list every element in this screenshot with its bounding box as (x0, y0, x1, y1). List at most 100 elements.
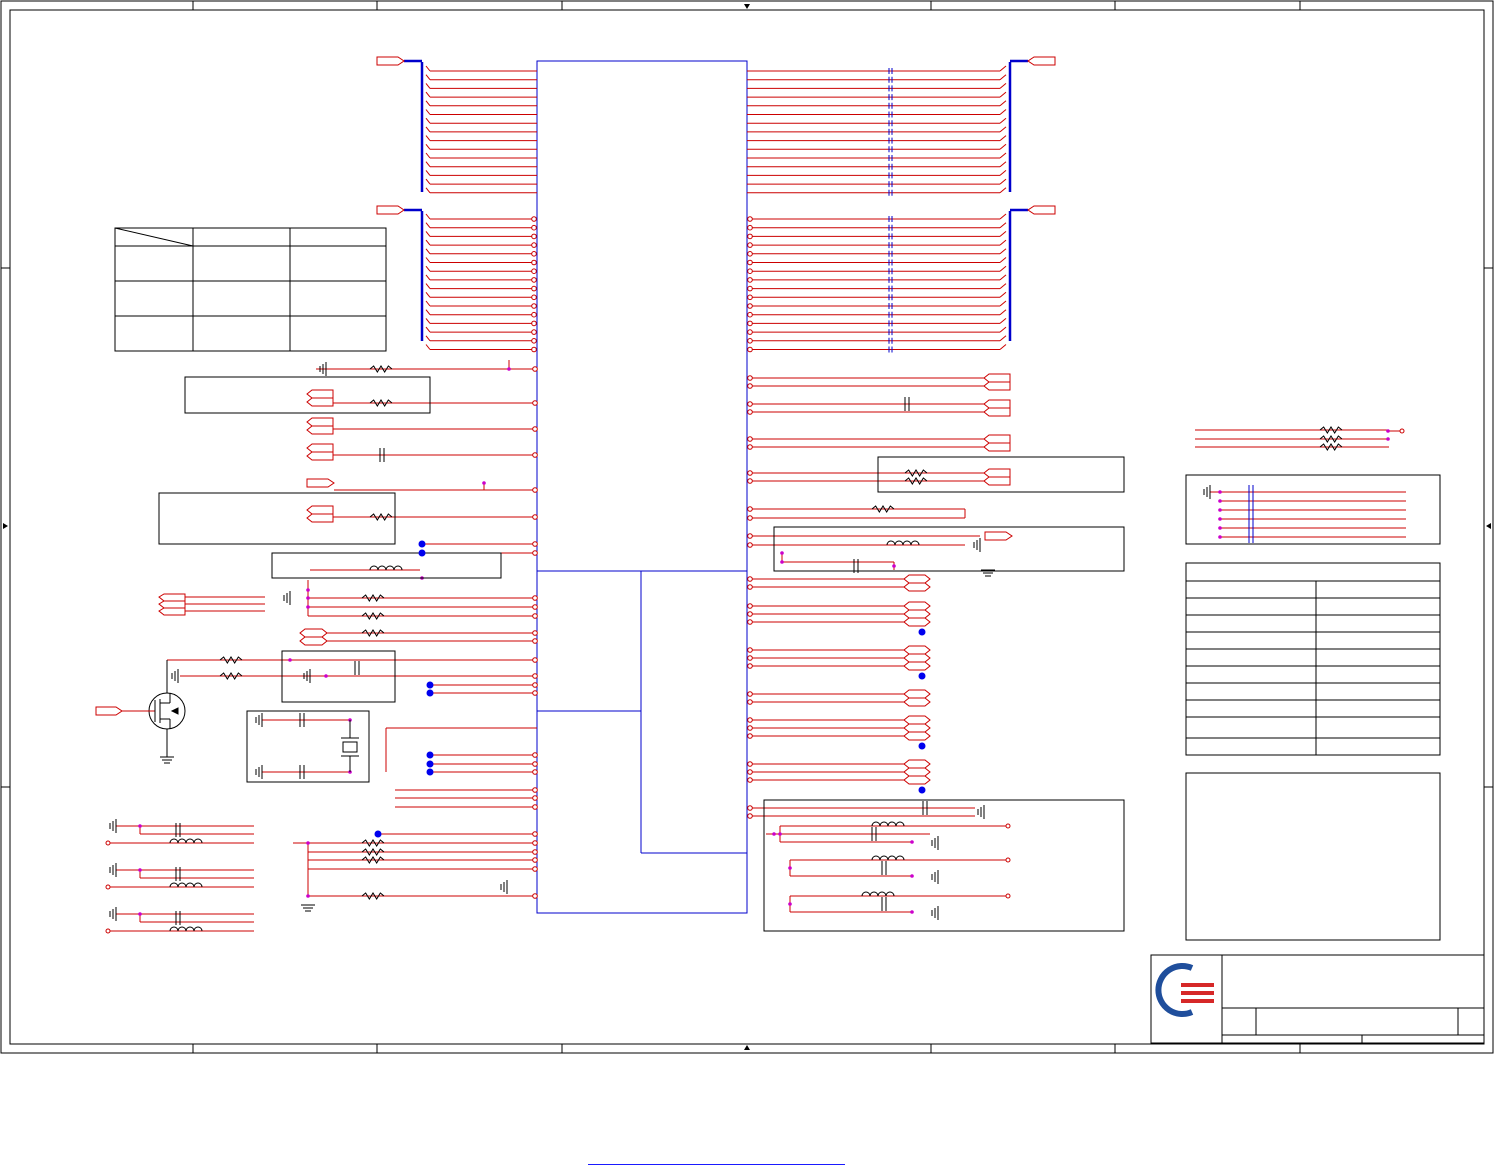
bus-entry (999, 213, 1007, 220)
net-node (788, 902, 792, 906)
net-node (780, 560, 784, 564)
bus-lines (404, 59, 1028, 341)
bus-entry (999, 100, 1007, 107)
bus-entry (999, 91, 1007, 98)
bus-entry (425, 100, 431, 107)
bus-entry (425, 83, 431, 89)
bus-entry (999, 178, 1007, 185)
net-node (788, 866, 792, 870)
bus-entry (999, 239, 1007, 246)
terminal (1399, 428, 1405, 434)
bus-entry (425, 274, 431, 281)
ic-pin (532, 682, 538, 688)
bus-entry (999, 187, 1007, 194)
ic-pin (747, 346, 753, 353)
config-table-left (114, 227, 387, 352)
inductor-icon (169, 926, 203, 932)
bus-entry (999, 231, 1007, 237)
terminal (1005, 823, 1011, 829)
bus-entry (999, 109, 1007, 115)
ic-pin (532, 452, 538, 458)
bus-entry (999, 143, 1007, 150)
ic-pin (532, 752, 538, 758)
ic-pin (531, 320, 537, 327)
net-node (306, 588, 310, 592)
ic-pin (747, 717, 753, 723)
ic-pin (747, 805, 753, 811)
annotation-boxes (158, 376, 1441, 932)
ic-pin (747, 277, 753, 283)
ic-pin (747, 699, 753, 705)
ic-pin (532, 541, 538, 547)
net-node (138, 868, 142, 872)
ic-pin (747, 725, 753, 731)
bus-entry (425, 335, 431, 342)
inductor-icon (169, 838, 203, 844)
ic-pin (747, 663, 753, 669)
ic-pin (532, 804, 538, 810)
bus-entry (425, 231, 431, 237)
net-node (1218, 535, 1222, 539)
inductor-icon (886, 540, 920, 546)
ic-pin (532, 366, 538, 372)
ic-pin (747, 777, 753, 783)
inductor-icon (871, 855, 905, 861)
ic-pin (531, 277, 537, 283)
ic-pin (747, 813, 753, 819)
bus-entry (425, 283, 431, 289)
net-node (910, 874, 914, 878)
ic-pin (531, 233, 537, 240)
footer-hyperlink-underline[interactable] (588, 1164, 845, 1165)
net-node (910, 910, 914, 914)
net-node (306, 605, 310, 609)
terminal (1005, 857, 1011, 863)
ic-pin (747, 401, 753, 407)
ic-pin (531, 285, 537, 292)
crystal-icon (341, 720, 359, 772)
ic-pin (747, 294, 753, 301)
ic-pin (747, 478, 753, 484)
bus-entry (999, 283, 1007, 289)
ic-pin (531, 346, 537, 353)
bus-entry (425, 109, 431, 115)
ic-pin (532, 866, 538, 872)
net-node (1218, 490, 1222, 494)
junction-dots (374, 540, 926, 838)
bus-entry (425, 300, 431, 307)
bus-entry (999, 335, 1007, 342)
net-node (910, 840, 914, 844)
ic-pin (531, 259, 537, 266)
ic-pin (747, 216, 753, 222)
net-node (1386, 429, 1390, 433)
ic-pin (747, 233, 753, 240)
ic-pin (747, 251, 753, 257)
ic-pin (747, 733, 753, 739)
ic-pin (747, 533, 753, 539)
bus-entry (425, 239, 431, 246)
ic-pin (747, 584, 753, 590)
ic-pin (747, 375, 753, 381)
bus-entry (425, 222, 431, 229)
components (105, 68, 1405, 934)
pin-table-right (1185, 562, 1441, 941)
ic-pin (531, 268, 537, 275)
ic-pin (747, 242, 753, 248)
ic-pin (747, 436, 753, 442)
ic-pin (747, 542, 753, 548)
net-wires (110, 65, 1406, 932)
net-node (288, 658, 292, 662)
company-logo-icon (1155, 963, 1214, 1017)
inductor-icon (169, 882, 203, 888)
net-node (138, 912, 142, 916)
ic-pin (747, 444, 753, 450)
ic-pin (532, 604, 538, 610)
ic-pin (532, 840, 538, 846)
bus-entry (425, 170, 431, 176)
ic-pin (532, 893, 538, 899)
bus-entry (425, 187, 431, 194)
ic-pin (532, 673, 538, 679)
inductor-icon (871, 821, 905, 827)
ic-pin (531, 294, 537, 301)
inductor-icon (369, 565, 403, 571)
ic-pin (532, 657, 538, 663)
